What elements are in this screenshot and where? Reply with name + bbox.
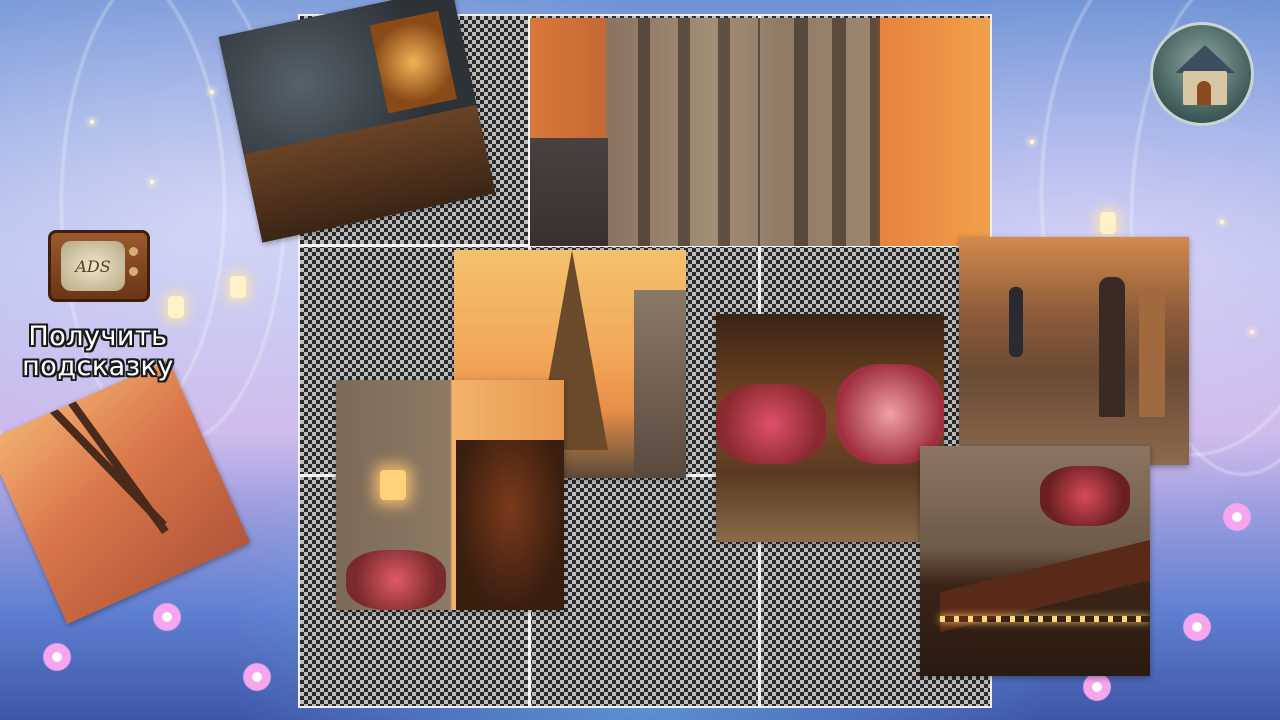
hint-button-label: Получить подсказку: [22, 321, 174, 382]
puzzle-piece-building-facade-sunset[interactable]: [530, 18, 990, 246]
home-button[interactable]: [1150, 22, 1254, 126]
tv-screen-logo: ADS: [61, 241, 125, 291]
puzzle-piece-street-lamp-building[interactable]: [336, 380, 564, 610]
puzzle-piece-building-cafe-lights[interactable]: [920, 446, 1150, 676]
house-icon: [1175, 45, 1235, 73]
retro-tv-icon: ADS: [48, 230, 150, 302]
puzzle-piece-couple-walking-street[interactable]: [959, 237, 1189, 465]
game-scene: ADS Получить подсказку: [0, 0, 1280, 720]
puzzle-piece-cafe-flowers[interactable]: [716, 314, 944, 542]
